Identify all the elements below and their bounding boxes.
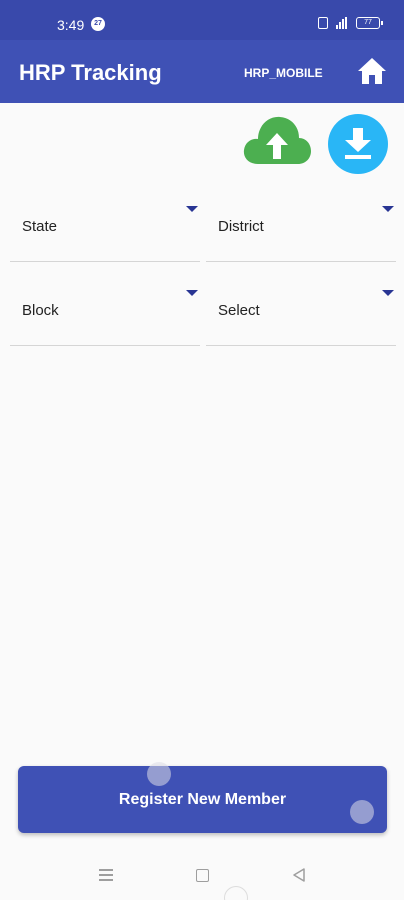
user-label: HRP_MOBILE	[244, 66, 323, 80]
status-bar: 3:49 27 77	[0, 0, 404, 40]
cloud-upload-icon[interactable]	[242, 112, 312, 167]
home-icon[interactable]	[356, 56, 388, 86]
status-time: 3:49	[57, 17, 85, 33]
divider	[206, 345, 396, 346]
state-dropdown[interactable]: State	[10, 196, 200, 262]
notification-badge: 27	[91, 17, 105, 31]
chevron-down-icon	[186, 290, 198, 296]
download-icon[interactable]	[328, 114, 388, 174]
divider	[206, 261, 396, 262]
block-dropdown[interactable]: Block	[10, 280, 200, 346]
select-dropdown[interactable]: Select	[206, 280, 396, 346]
battery-icon: 77	[356, 17, 383, 29]
sim-icon	[318, 17, 328, 29]
chevron-down-icon	[382, 290, 394, 296]
state-dropdown-label: State	[22, 218, 58, 235]
chevron-down-icon	[186, 206, 198, 212]
square-home-icon[interactable]	[196, 869, 209, 882]
divider	[10, 261, 200, 262]
app-bar: HRP Tracking HRP_MOBILE	[0, 40, 404, 103]
block-dropdown-label: Block	[22, 302, 59, 319]
district-dropdown[interactable]: District	[206, 196, 396, 262]
district-dropdown-label: District	[218, 218, 264, 235]
touch-indicator	[350, 800, 374, 824]
touch-indicator	[147, 762, 171, 786]
app-title: HRP Tracking	[19, 60, 162, 85]
menu-icon[interactable]	[99, 869, 113, 881]
divider	[10, 345, 200, 346]
select-dropdown-label: Select	[218, 302, 260, 319]
system-nav-bar	[0, 852, 404, 900]
status-icons: 77	[318, 17, 383, 29]
register-new-member-button[interactable]: Register New Member	[18, 766, 387, 833]
back-triangle-icon[interactable]	[292, 868, 306, 882]
chevron-down-icon	[382, 206, 394, 212]
signal-icon	[336, 17, 348, 29]
